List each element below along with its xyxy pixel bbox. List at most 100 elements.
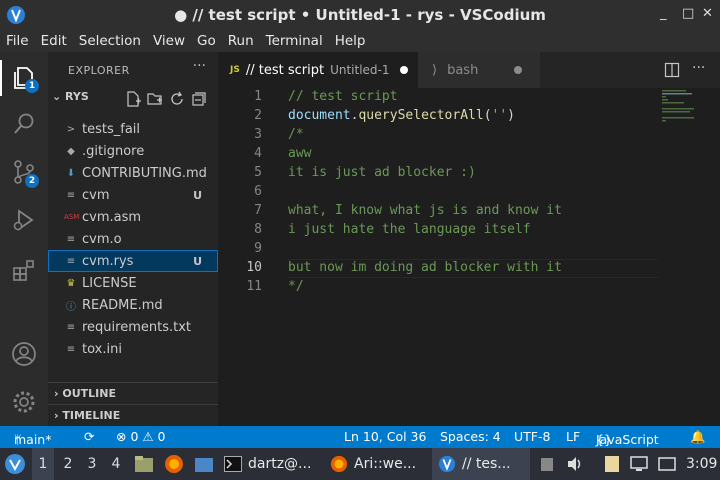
close-button[interactable]: ✕ [702,6,713,21]
menu-selection[interactable]: Selection [79,33,141,49]
line-number: 2 [254,108,262,123]
code-editor[interactable]: 1 // test script 2 document.querySelectorA… [218,88,658,426]
sync-icon[interactable]: ⟳ [84,429,94,444]
task-label: // tes... [462,456,511,472]
run-debug-icon[interactable] [10,206,38,234]
file-name: cvm.asm [82,209,142,225]
tree-item-cvm-rys[interactable]: ≡ cvm.rys U [48,250,218,272]
code-line: /* [288,127,304,142]
new-file-icon[interactable] [124,90,142,108]
app-launcher-icon[interactable] [4,448,30,480]
eol-status[interactable]: LF [566,429,580,444]
menu-help[interactable]: Help [335,33,366,49]
menu-view[interactable]: View [153,33,185,49]
tree-item-cvm-asm[interactable]: ASM cvm.asm [48,206,218,228]
indentation-status[interactable]: Spaces: 4 [440,429,501,444]
task-label: dartz@... [248,456,312,472]
refresh-icon[interactable] [168,90,186,108]
file-name: LICENSE [82,275,137,291]
info-file-icon: ⓘ [66,301,76,313]
tree-item-requirements[interactable]: ≡ requirements.txt [48,316,218,338]
task-vscodium[interactable]: // tes... [432,448,530,480]
untracked-badge: U [193,254,202,268]
menu-edit[interactable]: Edit [41,33,67,49]
code-line: what, I know what js is and know it [288,203,562,218]
collapse-all-icon[interactable] [190,90,208,108]
encoding-status[interactable]: UTF-8 [514,429,550,444]
outline-section[interactable]: › OUTLINE [48,382,218,404]
folder-app-icon[interactable] [194,448,216,480]
folder-root[interactable]: ⌄ RYS [52,90,89,103]
line-number: 7 [254,203,262,218]
tab-bash[interactable]: ⟩ bash [418,52,540,88]
line-number: 4 [254,146,262,161]
tab-file-name: Untitled-1 [330,63,390,77]
workspace-2[interactable]: 2 [58,448,78,480]
code-token: ( [483,108,492,123]
untracked-badge: U [193,188,202,202]
file-name: tox.ini [82,341,122,357]
file-name: cvm.o [82,231,122,247]
volume-icon[interactable] [566,448,586,480]
minimize-button[interactable]: _ [660,6,667,21]
line-number: 3 [254,127,262,142]
menu-go[interactable]: Go [197,33,216,49]
task-firefox[interactable]: Ari::we... [330,448,424,480]
display-icon[interactable] [630,448,650,480]
unsaved-dot-icon[interactable] [514,66,523,74]
files-app-icon[interactable] [134,448,156,480]
explorer-badge: 1 [25,79,39,93]
more-actions-icon[interactable]: ··· [692,60,705,76]
code-token: document [288,108,351,123]
minimap[interactable] [658,88,720,426]
account-icon[interactable] [10,340,38,368]
tree-item-gitignore[interactable]: ◆ .gitignore [48,140,218,162]
tree-item-tox-ini[interactable]: ≡ tox.ini [48,338,218,360]
tree-item-tests-fail[interactable]: > tests_fail [48,118,218,140]
menu-terminal[interactable]: Terminal [266,33,323,49]
tree-item-contributing[interactable]: ⬇ CONTRIBUTING.md [48,162,218,184]
chevron-down-icon: ⌄ [52,90,66,103]
unsaved-dot-icon[interactable] [399,66,408,74]
extensions-icon[interactable] [10,256,38,284]
file-name: .gitignore [82,143,145,159]
workspace-label: 1 [38,456,48,472]
tree-item-readme[interactable]: ⓘ README.md [48,294,218,316]
tree-item-cvm-o[interactable]: ≡ cvm.o [48,228,218,250]
notes-icon[interactable] [604,448,622,480]
split-editor-icon[interactable] [664,62,680,78]
workspace-4[interactable]: 4 [106,448,126,480]
text-file-icon: ≡ [66,321,76,333]
tree-item-license[interactable]: ♛ LICENSE [48,272,218,294]
file-tree: > tests_fail ◆ .gitignore ⬇ CONTRIBUTING.md… [48,118,218,360]
code-line: i just hate the language itself [288,222,531,237]
cursor-position[interactable]: Ln 10, Col 36 [344,429,426,444]
tab-untitled-1[interactable]: JS // test script Untitled-1 [218,52,418,88]
tab-label: bash [447,62,479,78]
file-name: cvm [82,187,110,203]
timeline-section[interactable]: › TIMELINE [48,404,218,426]
code-line: but now im doing ad blocker with it [288,260,562,275]
line-number: 5 [254,165,262,180]
firefox-icon [330,455,348,473]
workspace-3[interactable]: 3 [82,448,102,480]
menu-run[interactable]: Run [228,33,254,49]
task-label: Ari::we... [354,456,417,472]
menu-bar: File Edit Selection View Go Run Terminal… [0,30,720,52]
problems-status[interactable]: ⊗ 0 ⚠ 0 [116,429,166,444]
workspace-1[interactable]: 1 [32,448,54,480]
tray-clipboard-icon[interactable] [540,448,556,480]
clock[interactable]: 3:09 [686,448,718,480]
tree-item-cvm[interactable]: ≡ cvm U [48,184,218,206]
maximize-button[interactable]: □ [682,6,694,21]
search-icon[interactable] [10,110,38,138]
firefox-icon[interactable] [164,448,186,480]
settings-gear-icon[interactable] [10,388,38,416]
network-icon[interactable] [658,448,678,480]
notifications-bell-icon[interactable]: 🔔 [690,429,706,445]
menu-file[interactable]: File [6,33,29,49]
title-bar: ● // test script • Untitled-1 - rys - VS… [0,0,720,30]
more-actions-button[interactable]: ··· [193,58,206,74]
task-terminal[interactable]: dartz@... [224,448,324,480]
new-folder-icon[interactable] [146,90,164,108]
